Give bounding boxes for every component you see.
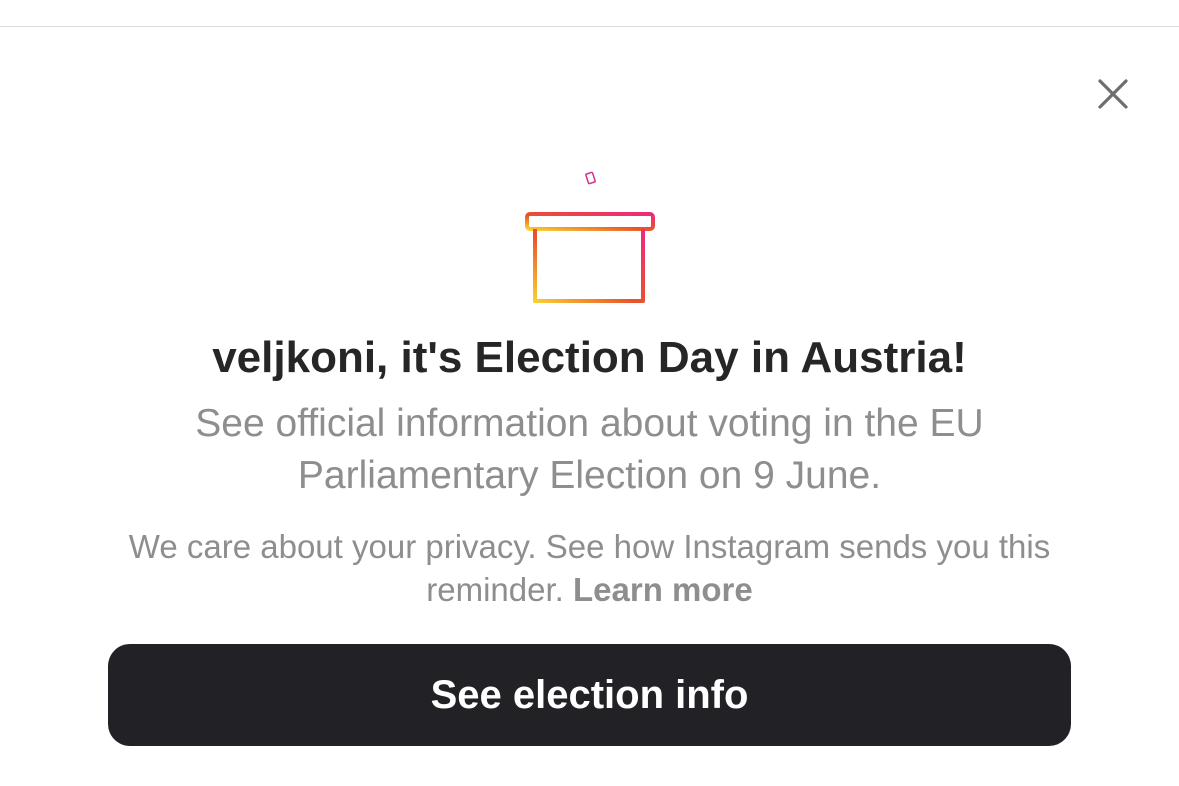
privacy-notice: We care about your privacy. See how Inst… — [110, 525, 1069, 611]
learn-more-link[interactable]: Learn more — [573, 571, 753, 608]
close-icon — [1098, 79, 1128, 109]
close-button[interactable] — [1093, 74, 1133, 114]
ballot-box-icon — [525, 171, 655, 303]
dialog-subtitle: See official information about voting in… — [195, 402, 984, 497]
see-election-info-button[interactable]: See election info — [108, 644, 1071, 746]
dialog-title: veljkoni, it's Election Day in Austria! — [212, 333, 967, 382]
election-reminder-sheet: veljkoni, it's Election Day in Austria! … — [0, 0, 1179, 786]
top-divider — [0, 26, 1179, 27]
